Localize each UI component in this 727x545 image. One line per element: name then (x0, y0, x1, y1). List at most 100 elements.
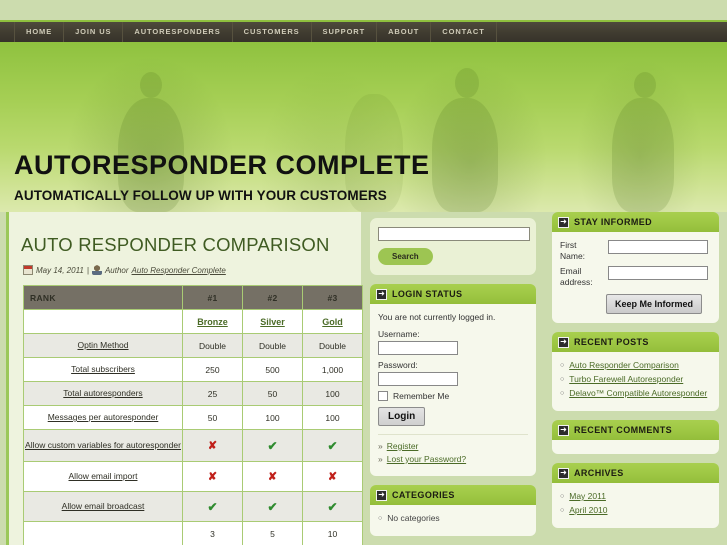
first-name-row: First Name: (560, 240, 711, 262)
nav-item-support[interactable]: SUPPORT (312, 22, 378, 42)
recent-post-link[interactable]: Turbo Farewell Autoresponder (569, 374, 683, 385)
row-value: ✔ (242, 491, 303, 522)
silhouette-body (612, 98, 674, 212)
main-content: AUTO RESPONDER COMPARISON May 14, 2011 |… (6, 212, 363, 545)
username-label: Username: (378, 329, 420, 339)
list-item[interactable]: ○ May 2011 (560, 491, 711, 503)
tier-row-label (23, 309, 183, 334)
row-value: 50 (242, 381, 303, 406)
table-row-tiers: Bronze Silver Gold (23, 309, 363, 334)
row-label[interactable]: Total subscribers (23, 357, 183, 382)
row-value: 10 (302, 521, 363, 545)
stay-informed-widget: STAY INFORMED First Name: Email address:… (552, 212, 719, 323)
recent-comments-panel-body (552, 440, 719, 454)
login-status-text: You are not currently logged in. (378, 312, 496, 322)
username-input[interactable] (378, 341, 458, 355)
page-root: HOME JOIN US AUTORESPONDERS CUSTOMERS SU… (0, 0, 727, 545)
nav-item-join-us[interactable]: JOIN US (64, 22, 124, 42)
recent-comments-widget: RECENT COMMENTS (552, 420, 719, 454)
row-value: 100 (302, 381, 363, 406)
list-item[interactable]: ○ Turbo Farewell Autoresponder (560, 374, 711, 386)
arrow-right-icon (558, 424, 569, 436)
panel-title: ARCHIVES (574, 468, 624, 478)
password-label: Password: (378, 360, 418, 370)
lost-password-link[interactable]: Lost your Password? (387, 454, 466, 464)
row-label[interactable]: Allow email import (23, 461, 183, 492)
category-label: No categories (387, 513, 440, 523)
row-value: 1,000 (302, 357, 363, 382)
login-button[interactable]: Login (378, 407, 426, 426)
comparison-table: RANK #1 #2 #3 Bronze Silver Gold Optin M… (23, 285, 363, 545)
author-label: Author (104, 265, 129, 275)
circle-bullet-icon: ○ (378, 515, 383, 522)
silhouette-body (432, 98, 498, 212)
nav-item-autoresponders[interactable]: AUTORESPONDERS (123, 22, 233, 42)
archive-link[interactable]: April 2010 (569, 505, 607, 516)
nav-item-about[interactable]: ABOUT (377, 22, 432, 42)
divider (378, 434, 528, 435)
column-header-2: #2 (242, 285, 303, 310)
table-row: Total autoresponders 25 50 100 (23, 381, 363, 406)
panel-title: CATEGORIES (392, 490, 455, 500)
archives-panel-header: ARCHIVES (552, 463, 719, 483)
author-link[interactable]: Auto Responder Complete (132, 266, 226, 275)
remember-me-checkbox[interactable] (378, 391, 388, 401)
list-item[interactable]: ○ Delavo™ Compatible Autoresponder (560, 388, 711, 400)
keep-me-informed-button[interactable]: Keep Me Informed (606, 294, 703, 314)
row-value: ✘ (242, 461, 303, 492)
register-link[interactable]: Register (387, 441, 419, 451)
table-row: Total subscribers 250 500 1,000 (23, 357, 363, 382)
recent-post-link[interactable]: Auto Responder Comparison (569, 360, 679, 371)
remember-me-row[interactable]: Remember Me (378, 391, 528, 401)
hero-banner: AUTORESPONDER COMPLETE AUTOMATICALLY FOL… (0, 42, 727, 212)
post-meta: May 14, 2011 | Author Auto Responder Com… (9, 256, 361, 275)
password-input[interactable] (378, 372, 458, 386)
recent-posts-widget: RECENT POSTS ○ Auto Responder Comparison… (552, 332, 719, 411)
recent-post-link[interactable]: Delavo™ Compatible Autoresponder (569, 388, 707, 399)
tier-silver[interactable]: Silver (242, 309, 303, 334)
row-value: ✘ (182, 461, 243, 492)
nav-item-home[interactable]: HOME (14, 22, 65, 42)
email-input[interactable] (608, 266, 708, 280)
archives-panel-body: ○ May 2011 ○ April 2010 (552, 483, 719, 528)
row-label[interactable]: Messages per autoresponder (23, 405, 183, 430)
search-input[interactable] (378, 227, 530, 241)
table-header-row: RANK #1 #2 #3 (23, 285, 363, 310)
main-navigation: HOME JOIN US AUTORESPONDERS CUSTOMERS SU… (0, 20, 727, 42)
recent-comments-panel-header: RECENT COMMENTS (552, 420, 719, 440)
row-value: 100 (302, 405, 363, 430)
archive-link[interactable]: May 2011 (569, 491, 606, 502)
circle-bullet-icon: ○ (560, 376, 565, 383)
row-value: Double (302, 333, 363, 358)
remember-me-label: Remember Me (393, 391, 450, 401)
table-row: Allow custom variables for autoresponder… (23, 429, 363, 462)
circle-bullet-icon: ○ (560, 507, 565, 514)
recent-posts-panel-body: ○ Auto Responder Comparison ○ Turbo Fare… (552, 352, 719, 411)
author-icon (91, 265, 102, 275)
search-widget: Search (370, 218, 536, 275)
arrow-right-icon (558, 216, 569, 228)
row-value: 25 (182, 381, 243, 406)
row-label[interactable]: Total autoresponders (23, 381, 183, 406)
row-label[interactable]: Optin Method (23, 333, 183, 358)
nav-item-customers[interactable]: CUSTOMERS (233, 22, 312, 42)
nav-item-contact[interactable]: CONTACT (431, 22, 497, 42)
arrow-right-icon (376, 288, 387, 300)
list-item[interactable]: ○ April 2010 (560, 505, 711, 517)
row-value: Double (182, 333, 243, 358)
first-name-label: First Name: (560, 240, 586, 261)
row-label[interactable]: Allow email broadcast (23, 491, 183, 522)
table-row-partial: 3 5 10 (23, 521, 363, 545)
categories-widget: CATEGORIES ○ No categories (370, 485, 536, 536)
row-label[interactable] (23, 521, 183, 545)
row-label[interactable]: Allow custom variables for autoresponder (23, 429, 183, 462)
circle-bullet-icon: ○ (560, 390, 565, 397)
first-name-input[interactable] (608, 240, 708, 254)
email-label: Email address: (560, 266, 593, 287)
list-item[interactable]: ○ Auto Responder Comparison (560, 360, 711, 372)
search-button[interactable]: Search (378, 248, 433, 265)
list-item: ○ No categories (378, 513, 528, 525)
tier-bronze[interactable]: Bronze (182, 309, 243, 334)
bullet-arrow-icon: » (378, 454, 383, 464)
tier-gold[interactable]: Gold (302, 309, 363, 334)
